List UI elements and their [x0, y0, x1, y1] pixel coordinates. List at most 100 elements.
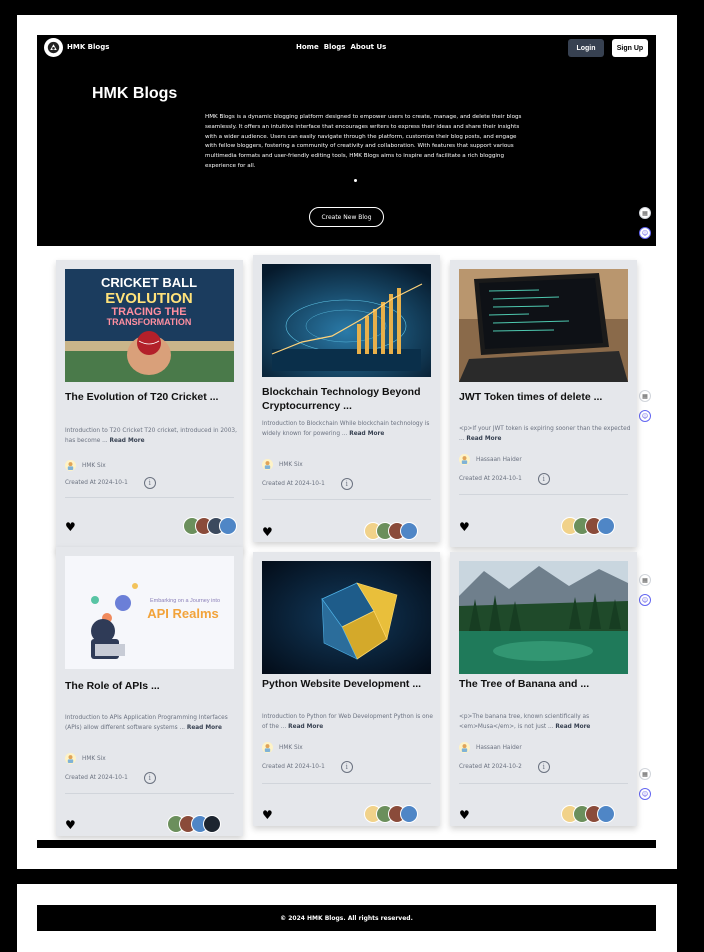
liked-by-avatars: [364, 805, 418, 823]
blog-card-date: Created At 2024-10-1 i: [65, 477, 156, 489]
blog-card-date: Created At 2024-10-1 i: [262, 761, 353, 773]
blog-card-date: Created At 2024-10-2 i: [459, 761, 550, 773]
info-icon[interactable]: i: [143, 477, 156, 489]
blog-card-image[interactable]: [459, 561, 628, 674]
blog-card-image[interactable]: Embarking on a Journey into API Realms: [65, 556, 234, 669]
blog-card-title[interactable]: The Role of APIs ...: [65, 679, 237, 693]
blog-card[interactable]: The Tree of Banana and ... <p>The banana…: [450, 552, 637, 826]
liker-avatar: [219, 517, 237, 535]
author-avatar: [65, 460, 76, 471]
card-divider: [459, 494, 628, 495]
blog-card[interactable]: JWT Token times of delete ... <p>If your…: [450, 260, 637, 547]
author-avatar: [65, 753, 76, 764]
svg-text:Embarking on a Journey into: Embarking on a Journey into: [150, 598, 220, 604]
info-icon[interactable]: i: [537, 761, 550, 773]
blog-card-image[interactable]: [262, 264, 431, 377]
card-divider: [65, 497, 234, 498]
hero-description: HMK Blogs is a dynamic blogging platform…: [205, 114, 522, 169]
liked-by-avatars: [183, 517, 237, 535]
read-more-link[interactable]: Read More: [110, 438, 145, 444]
blog-card-excerpt: Introduction to Blockchain While blockch…: [262, 421, 430, 437]
liker-avatar: [203, 815, 221, 833]
chatbot-icon[interactable]: ☺: [639, 788, 651, 800]
blog-logo-icon[interactable]: [44, 38, 63, 57]
blog-card[interactable]: CRICKET BALL EVOLUTION TRACING THE TRANS…: [56, 260, 243, 551]
side-widget-group: ▦ ☺: [639, 574, 653, 614]
liked-by-avatars: [561, 517, 615, 535]
blog-card-image[interactable]: CRICKET BALL EVOLUTION TRACING THE TRANS…: [65, 269, 234, 382]
card-divider: [459, 783, 628, 784]
liked-by-avatars: [167, 815, 221, 833]
grid-icon[interactable]: ▦: [639, 390, 651, 402]
liked-by-avatars: [561, 805, 615, 823]
author-avatar: [262, 742, 273, 753]
read-more-link[interactable]: Read More: [187, 725, 222, 731]
side-widget-group: ▦ ☺: [639, 207, 653, 247]
liker-avatar: [597, 805, 615, 823]
blog-card-image[interactable]: [459, 269, 628, 382]
create-new-blog-button[interactable]: Create New Blog: [309, 207, 384, 227]
read-more-link[interactable]: Read More: [466, 436, 501, 442]
info-icon[interactable]: i: [537, 473, 550, 485]
blog-card-author: HMK Six: [65, 753, 106, 764]
blog-card-title[interactable]: The Tree of Banana and ...: [459, 677, 631, 691]
read-more-link[interactable]: Read More: [349, 431, 384, 437]
page-sheet: HMK Blogs Home Blogs About Us Login Sign…: [17, 15, 677, 869]
card-divider: [262, 783, 431, 784]
blog-card-title[interactable]: JWT Token times of delete ...: [459, 390, 631, 404]
info-icon[interactable]: i: [143, 772, 156, 784]
footer-sheet: © 2024 HMK Blogs. All rights reserved.: [17, 884, 677, 952]
content-bottom-bar: [37, 840, 656, 848]
chatbot-icon[interactable]: ☺: [639, 227, 651, 239]
blog-card-title[interactable]: Python Website Development ...: [262, 677, 434, 691]
signup-button[interactable]: Sign Up: [612, 39, 648, 57]
blog-card-date: Created At 2024-10-1 i: [65, 772, 156, 784]
nav-link-blogs[interactable]: Blogs: [324, 43, 346, 51]
author-name: Hassaan Haider: [476, 456, 522, 463]
heart-icon[interactable]: ♥: [262, 809, 273, 821]
info-icon[interactable]: i: [340, 761, 353, 773]
author-avatar: [459, 454, 470, 465]
blog-card[interactable]: Python Website Development ... Introduct…: [253, 552, 440, 826]
nav-link-about[interactable]: About Us: [350, 43, 386, 51]
heart-icon[interactable]: ♥: [459, 809, 470, 821]
heart-icon[interactable]: ♥: [65, 819, 76, 831]
info-icon[interactable]: i: [340, 478, 353, 490]
blog-card-author: HMK Six: [65, 460, 106, 471]
author-name: HMK Six: [82, 755, 106, 762]
blog-card-excerpt: <p>The banana tree, known scientifically…: [459, 714, 591, 730]
grid-icon[interactable]: ▦: [639, 207, 651, 219]
blog-card-author: Hassaan Haider: [459, 742, 522, 753]
carousel-dot[interactable]: [354, 179, 357, 182]
blog-card-author: HMK Six: [262, 459, 303, 470]
heart-icon[interactable]: ♥: [65, 521, 76, 533]
read-more-link[interactable]: Read More: [288, 724, 323, 730]
svg-text:EVOLUTION: EVOLUTION: [105, 290, 193, 307]
author-avatar: [262, 459, 273, 470]
blog-card-image[interactable]: [262, 561, 431, 674]
login-button[interactable]: Login: [568, 39, 604, 57]
blog-card-excerpt: Introduction to APIs Application Program…: [65, 715, 228, 731]
nav-link-home[interactable]: Home: [296, 43, 319, 51]
heart-icon[interactable]: ♥: [262, 526, 273, 538]
blog-card-title[interactable]: Blockchain Technology Beyond Cryptocurre…: [262, 385, 434, 413]
grid-icon[interactable]: ▦: [639, 768, 651, 780]
card-divider: [262, 499, 431, 500]
card-divider: [65, 793, 234, 794]
nav-links: Home Blogs About Us: [296, 43, 386, 51]
copyright-text: © 2024 HMK Blogs. All rights reserved.: [280, 914, 413, 922]
blog-card-title[interactable]: The Evolution of T20 Cricket ...: [65, 390, 237, 404]
chatbot-icon[interactable]: ☺: [639, 410, 651, 422]
heart-icon[interactable]: ♥: [459, 521, 470, 533]
blog-card[interactable]: Blockchain Technology Beyond Cryptocurre…: [253, 255, 440, 542]
brand-name[interactable]: HMK Blogs: [67, 43, 109, 51]
blog-card-date: Created At 2024-10-1 i: [459, 473, 550, 485]
chatbot-icon[interactable]: ☺: [639, 594, 651, 606]
svg-text:TRANSFORMATION: TRANSFORMATION: [107, 317, 192, 327]
blog-card[interactable]: Embarking on a Journey into API Realms T…: [56, 547, 243, 836]
svg-text:API Realms: API Realms: [147, 606, 219, 621]
read-more-link[interactable]: Read More: [555, 724, 590, 730]
grid-icon[interactable]: ▦: [639, 574, 651, 586]
hero-title: HMK Blogs: [92, 85, 178, 102]
blog-card-date: Created At 2024-10-1 i: [262, 478, 353, 490]
